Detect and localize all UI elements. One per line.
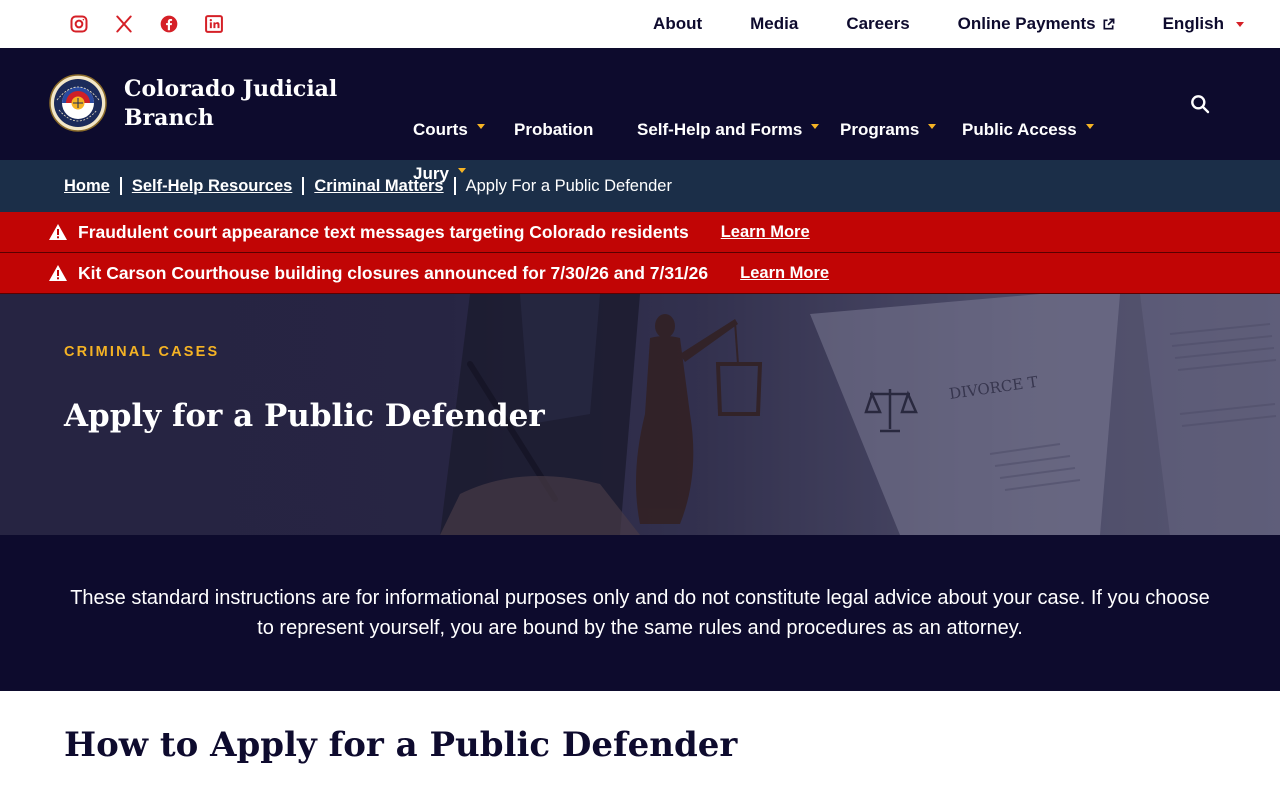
nav-programs[interactable]: Programs	[840, 120, 937, 140]
nav-courts[interactable]: Courts	[413, 120, 485, 140]
careers-link[interactable]: Careers	[846, 14, 909, 34]
chevron-down-icon	[457, 167, 466, 173]
nav-programs-label: Programs	[840, 120, 920, 139]
learn-more-link[interactable]: Learn More	[721, 223, 810, 242]
facebook-icon[interactable]	[146, 0, 191, 48]
hero-banner: DIVORCE T CRIMINAL CASES Apply for a Pub…	[0, 294, 1280, 535]
language-selector[interactable]: English	[1163, 14, 1244, 34]
breadcrumb-divider	[302, 177, 305, 195]
hero-eyebrow: CRIMINAL CASES	[64, 344, 220, 360]
nav-probation[interactable]: Probation	[514, 120, 593, 140]
warning-icon	[49, 224, 67, 240]
alert-banner: Kit Carson Courthouse building closures …	[0, 253, 1280, 294]
disclaimer-section: These standard instructions are for info…	[0, 535, 1280, 691]
nav-jury-label: Jury	[413, 164, 449, 183]
nav-self-help[interactable]: Self-Help and Forms	[637, 120, 820, 140]
about-link[interactable]: About	[653, 14, 702, 34]
chevron-down-icon	[476, 123, 485, 129]
nav-courts-label: Courts	[413, 120, 468, 139]
colorado-courts-seal-icon[interactable]	[49, 74, 107, 132]
social-links	[56, 0, 236, 48]
disclaimer-text: These standard instructions are for info…	[70, 587, 1210, 639]
search-icon	[1191, 95, 1210, 114]
alert-message: Fraudulent court appearance text message…	[78, 221, 689, 242]
nav-public-access[interactable]: Public Access	[962, 120, 1094, 140]
alert-message: Kit Carson Courthouse building closures …	[78, 262, 709, 283]
section-heading: How to Apply for a Public Defender	[64, 725, 738, 765]
breadcrumb-self-help-resources[interactable]: Self-Help Resources	[132, 177, 292, 196]
main-header: Colorado Judicial Branch Courts Probatio…	[0, 48, 1280, 183]
search-button[interactable]	[1190, 94, 1214, 118]
nav-public-access-label: Public Access	[962, 120, 1077, 139]
chevron-down-icon	[928, 123, 937, 129]
language-label: English	[1162, 14, 1224, 33]
instagram-icon[interactable]	[56, 0, 101, 48]
chevron-down-icon	[811, 123, 820, 129]
alert-banner: Fraudulent court appearance text message…	[0, 212, 1280, 253]
online-payments-link[interactable]: Online Payments	[958, 14, 1115, 34]
nav-probation-label: Probation	[514, 120, 594, 139]
nav-jury[interactable]: Jury	[413, 164, 466, 184]
site-title[interactable]: Colorado Judicial Branch	[124, 75, 364, 133]
media-link[interactable]: Media	[750, 14, 798, 34]
breadcrumb: Home Self-Help Resources Criminal Matter…	[0, 160, 1280, 212]
utility-bar: About Media Careers Online Payments Engl…	[0, 0, 1280, 48]
nav-self-help-label: Self-Help and Forms	[637, 120, 803, 139]
breadcrumb-divider	[119, 177, 122, 195]
online-payments-label: Online Payments	[957, 14, 1096, 33]
linkedin-icon[interactable]	[191, 0, 236, 48]
learn-more-link[interactable]: Learn More	[740, 264, 829, 283]
utility-links: About Media Careers Online Payments Engl…	[653, 0, 1244, 48]
content-section: How to Apply for a Public Defender	[0, 691, 1280, 765]
external-link-icon	[1103, 18, 1115, 30]
x-icon[interactable]	[101, 0, 146, 48]
breadcrumb-current: Apply For a Public Defender	[465, 176, 672, 195]
page-title: Apply for a Public Defender	[64, 398, 545, 434]
breadcrumb-home[interactable]: Home	[64, 177, 110, 196]
chevron-down-icon	[1236, 21, 1244, 27]
chevron-down-icon	[1085, 123, 1094, 129]
warning-icon	[49, 265, 67, 281]
